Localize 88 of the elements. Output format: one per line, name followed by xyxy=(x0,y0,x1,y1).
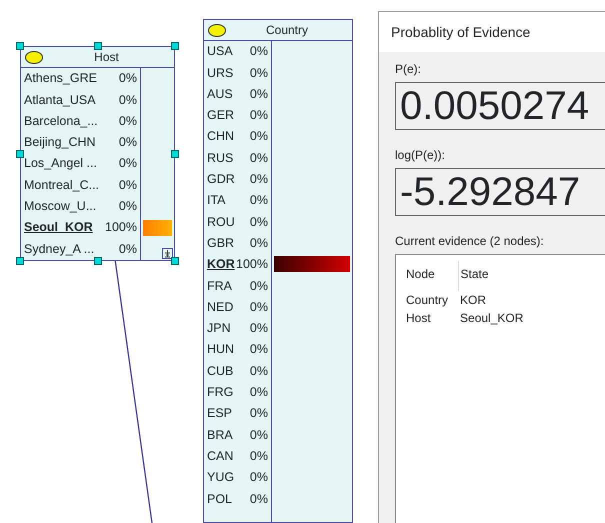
state-probability: 0% xyxy=(250,107,268,124)
state-name: GBR xyxy=(207,234,236,252)
selection-handle[interactable] xyxy=(171,42,179,50)
state-name: Beijing_CHN xyxy=(24,134,97,152)
dialog-title: Probablity of Evidence xyxy=(379,12,605,52)
state-probability: 0% xyxy=(250,150,268,167)
state-name: USA xyxy=(207,43,234,60)
state-probability: 0% xyxy=(118,155,137,172)
state-name: Montreal_C... xyxy=(24,176,100,194)
state-probability: 0% xyxy=(118,112,137,130)
state-probability: 0% xyxy=(250,490,268,508)
column-header: State xyxy=(458,261,534,291)
selection-handle[interactable] xyxy=(171,257,179,265)
state-name: FRG xyxy=(207,384,234,402)
state-name: KOR xyxy=(207,256,236,274)
state-probability: 0% xyxy=(250,384,268,402)
state-name: GDR xyxy=(207,171,236,188)
state-name: BRA xyxy=(207,426,234,444)
node-oval-icon xyxy=(25,50,43,64)
state-name: AUS xyxy=(207,86,234,103)
state-name: Sydney_A ... xyxy=(24,240,96,258)
state-probability: 0% xyxy=(250,192,268,210)
value-field: -5.292847 xyxy=(395,168,605,216)
selection-handle[interactable] xyxy=(16,257,24,265)
list-cell-text: Host xyxy=(405,310,432,327)
field-label: log(P(e)): xyxy=(395,147,446,164)
selection-handle[interactable] xyxy=(94,257,102,265)
state-name: ESP xyxy=(207,405,234,422)
node-oval-icon xyxy=(208,24,226,36)
state-probability: 0% xyxy=(250,426,268,444)
list-cell-text: Seoul_KOR xyxy=(459,310,524,327)
selection-handle[interactable] xyxy=(16,150,24,158)
node-card[interactable]: Host Athens_GRE 0% Atlanta_USA 0% Barcelona_... 0% Beijing_CHN 0% Los_Angel ... 0% Montreal_C... 0% Moscow_U... 0% Seoul_KOR 100% Sydney_A ... 0% xyxy=(20,46,175,261)
state-name: CAN xyxy=(207,448,234,465)
selection-handle[interactable] xyxy=(16,42,24,50)
state-probability: 0% xyxy=(250,405,268,422)
state-probability: 0% xyxy=(118,70,137,88)
state-probability: 0% xyxy=(250,86,268,103)
state-probability: 0% xyxy=(118,198,137,216)
node-title: Host xyxy=(93,49,120,66)
state-name: Seoul_KOR xyxy=(24,219,94,236)
state-probability: 0% xyxy=(250,171,268,188)
state-probability: 100% xyxy=(105,219,137,236)
state-probability: 0% xyxy=(250,362,268,380)
state-name: FRA xyxy=(207,278,233,295)
state-probability: 0% xyxy=(250,320,268,338)
node-card[interactable]: Country USA 0% URS 0% AUS 0% GER 0% CHN 0% RUS 0% GDR 0% ITA 0% ROU 0% GBR 0% KOR100% FRA 0% NED 0% JPN 0% HUN 0% CUB 0% FRG 0% ESP 0% BRA 0% CAN 0% YUG 0% POL 0% xyxy=(203,19,353,523)
value-field: 0.0050274 xyxy=(395,82,605,130)
state-probability: 0% xyxy=(250,448,268,465)
state-probability: 0% xyxy=(118,92,137,109)
state-name: CHN xyxy=(207,128,236,146)
state-name: Atlanta_USA xyxy=(24,92,97,109)
column-header: Node xyxy=(404,261,458,291)
field-label: P(e): xyxy=(395,61,422,78)
state-probability: 0% xyxy=(250,298,268,316)
state-name: POL xyxy=(207,490,234,508)
state-probability: 0% xyxy=(250,469,268,486)
state-name: Moscow_U... xyxy=(24,198,98,216)
evidence-label: Current evidence (2 nodes): xyxy=(395,233,545,250)
state-name: RUS xyxy=(207,150,234,167)
list-cell: Country xyxy=(404,291,458,309)
state-name: HUN xyxy=(207,341,236,358)
state-probability: 0% xyxy=(250,341,268,358)
state-name: GER xyxy=(207,107,236,124)
state-name: Barcelona_... xyxy=(24,112,99,130)
state-probability: 0% xyxy=(250,43,268,60)
list-cell: KOR xyxy=(458,291,534,309)
state-name: URS xyxy=(207,64,234,82)
state-probability: 0% xyxy=(118,134,137,152)
state-probability: 100% xyxy=(236,256,268,274)
state-probability: 0% xyxy=(250,214,268,231)
selection-handle[interactable] xyxy=(171,150,179,158)
state-probability: 0% xyxy=(250,234,268,252)
state-probability: 0% xyxy=(250,128,268,146)
state-name: NED xyxy=(207,298,234,316)
state-probability: 0% xyxy=(250,278,268,295)
state-name: YUG xyxy=(207,469,236,486)
state-name: Athens_GRE xyxy=(24,70,98,88)
state-probability: 0% xyxy=(250,64,268,82)
state-probability: 0% xyxy=(118,176,137,194)
selection-handle[interactable] xyxy=(94,42,102,50)
state-name: ROU xyxy=(207,214,236,231)
state-name: Los_Angel ... xyxy=(24,155,98,172)
state-probability: 0% xyxy=(118,240,137,258)
node-title: Country xyxy=(264,22,310,39)
state-name: ITA xyxy=(207,192,227,210)
state-name: CUB xyxy=(207,362,234,380)
state-name: JPN xyxy=(207,320,232,338)
